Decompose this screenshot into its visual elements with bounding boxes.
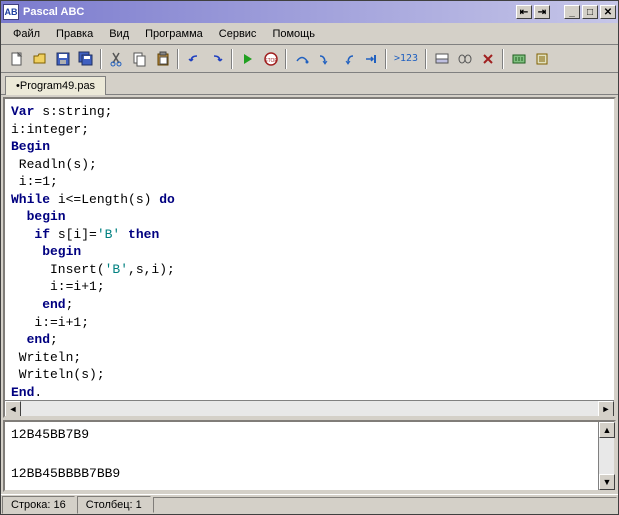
- toolbar-separator: [385, 49, 387, 69]
- code-text: [11, 227, 34, 242]
- output-pane: 12B45BB7B9 12BB45BBBB7BB9 ▲ ▼: [3, 420, 616, 492]
- tabbar: •Program49.pas: [1, 73, 618, 95]
- scroll-up-icon[interactable]: ▲: [599, 422, 615, 438]
- dock-left-button[interactable]: ⇤: [516, 5, 532, 19]
- code-text: ;: [50, 332, 58, 347]
- statusbar: Строка: 16 Столбец: 1: [1, 494, 618, 514]
- status-column: Столбец: 1: [77, 496, 151, 514]
- status-spacer: [153, 497, 617, 513]
- new-file-icon[interactable]: [5, 48, 28, 70]
- compile-icon[interactable]: [507, 48, 530, 70]
- menubar: Файл Правка Вид Программа Сервис Помощь: [1, 23, 618, 45]
- menu-file[interactable]: Файл: [5, 25, 48, 43]
- code-text: [120, 227, 128, 242]
- app-icon: AB: [3, 4, 19, 20]
- code-text: i<=Length(s): [50, 192, 159, 207]
- save-all-icon[interactable]: [74, 48, 97, 70]
- output-vscrollbar[interactable]: ▲ ▼: [598, 422, 614, 490]
- copy-icon[interactable]: [128, 48, 151, 70]
- code-text: Readln(s);: [11, 157, 97, 172]
- code-keyword: End: [11, 385, 34, 400]
- code-text: i:=1;: [11, 174, 58, 189]
- code-text: ;: [66, 297, 74, 312]
- menu-help[interactable]: Помощь: [264, 25, 323, 43]
- view-console-icon[interactable]: [453, 48, 476, 70]
- code-keyword: end: [11, 297, 66, 312]
- scroll-down-icon[interactable]: ▼: [599, 474, 615, 490]
- run-icon[interactable]: [236, 48, 259, 70]
- toolbar: STOP >123: [1, 45, 618, 73]
- close-output-icon[interactable]: [476, 48, 499, 70]
- toolbar-separator: [285, 49, 287, 69]
- maximize-button[interactable]: □: [582, 5, 598, 19]
- dock-right-button[interactable]: ⇥: [534, 5, 550, 19]
- output-text[interactable]: 12B45BB7B9 12BB45BBBB7BB9: [5, 422, 598, 490]
- window-title: Pascal ABC: [23, 6, 514, 18]
- step-out-icon[interactable]: [336, 48, 359, 70]
- code-keyword: end: [11, 332, 50, 347]
- code-keyword: do: [159, 192, 175, 207]
- code-text: ,s,i);: [128, 262, 175, 277]
- paste-icon[interactable]: [151, 48, 174, 70]
- code-text: i:integer;: [11, 122, 89, 137]
- output-line: 12B45BB7B9: [11, 427, 89, 442]
- scroll-track[interactable]: [21, 401, 598, 416]
- code-text: Insert(: [11, 262, 105, 277]
- view-output-icon[interactable]: [430, 48, 453, 70]
- step-into-icon[interactable]: [313, 48, 336, 70]
- code-keyword: begin: [11, 244, 81, 259]
- editor-pane: Var s:string; i:integer; Begin Readln(s)…: [3, 97, 616, 418]
- step-over-icon[interactable]: [290, 48, 313, 70]
- save-icon[interactable]: [51, 48, 74, 70]
- code-string: 'B': [97, 227, 120, 242]
- toolbar-separator: [502, 49, 504, 69]
- scroll-track[interactable]: [599, 438, 614, 474]
- code-string: 'B': [105, 262, 128, 277]
- scroll-left-icon[interactable]: ◄: [5, 401, 21, 417]
- svg-text:STOP: STOP: [264, 58, 278, 64]
- menu-edit[interactable]: Правка: [48, 25, 101, 43]
- menu-view[interactable]: Вид: [101, 25, 137, 43]
- watch-icon[interactable]: >123: [390, 48, 422, 70]
- code-keyword: While: [11, 192, 50, 207]
- open-file-icon[interactable]: [28, 48, 51, 70]
- code-text: Writeln(s);: [11, 367, 105, 382]
- file-tab[interactable]: •Program49.pas: [5, 76, 106, 95]
- code-keyword: Begin: [11, 139, 50, 154]
- code-keyword: begin: [11, 209, 66, 224]
- code-text: i:=i+1;: [11, 279, 105, 294]
- code-keyword: if: [34, 227, 50, 242]
- code-text: s[i]=: [50, 227, 97, 242]
- code-keyword: Var: [11, 104, 34, 119]
- code-text: s:string;: [34, 104, 112, 119]
- undo-icon[interactable]: [182, 48, 205, 70]
- stop-icon[interactable]: STOP: [259, 48, 282, 70]
- settings-icon[interactable]: [530, 48, 553, 70]
- close-button[interactable]: ✕: [600, 5, 616, 19]
- toolbar-separator: [100, 49, 102, 69]
- scroll-right-icon[interactable]: ►: [598, 401, 614, 417]
- output-line: 12BB45BBBB7BB9: [11, 466, 120, 481]
- toolbar-separator: [177, 49, 179, 69]
- editor-hscrollbar[interactable]: ◄ ►: [5, 400, 614, 416]
- status-line: Строка: 16: [2, 496, 75, 514]
- app-window: AB Pascal ABC ⇤ ⇥ _ □ ✕ Файл Правка Вид …: [0, 0, 619, 515]
- menu-service[interactable]: Сервис: [211, 25, 265, 43]
- code-editor[interactable]: Var s:string; i:integer; Begin Readln(s)…: [5, 99, 614, 400]
- code-text: i:=i+1;: [11, 315, 89, 330]
- minimize-button[interactable]: _: [564, 5, 580, 19]
- code-keyword: then: [128, 227, 159, 242]
- redo-icon[interactable]: [205, 48, 228, 70]
- toolbar-separator: [425, 49, 427, 69]
- cut-icon[interactable]: [105, 48, 128, 70]
- run-to-cursor-icon[interactable]: [359, 48, 382, 70]
- toolbar-separator: [231, 49, 233, 69]
- code-text: Writeln;: [11, 350, 81, 365]
- menu-program[interactable]: Программа: [137, 25, 211, 43]
- code-text: .: [34, 385, 42, 400]
- titlebar: AB Pascal ABC ⇤ ⇥ _ □ ✕: [1, 1, 618, 23]
